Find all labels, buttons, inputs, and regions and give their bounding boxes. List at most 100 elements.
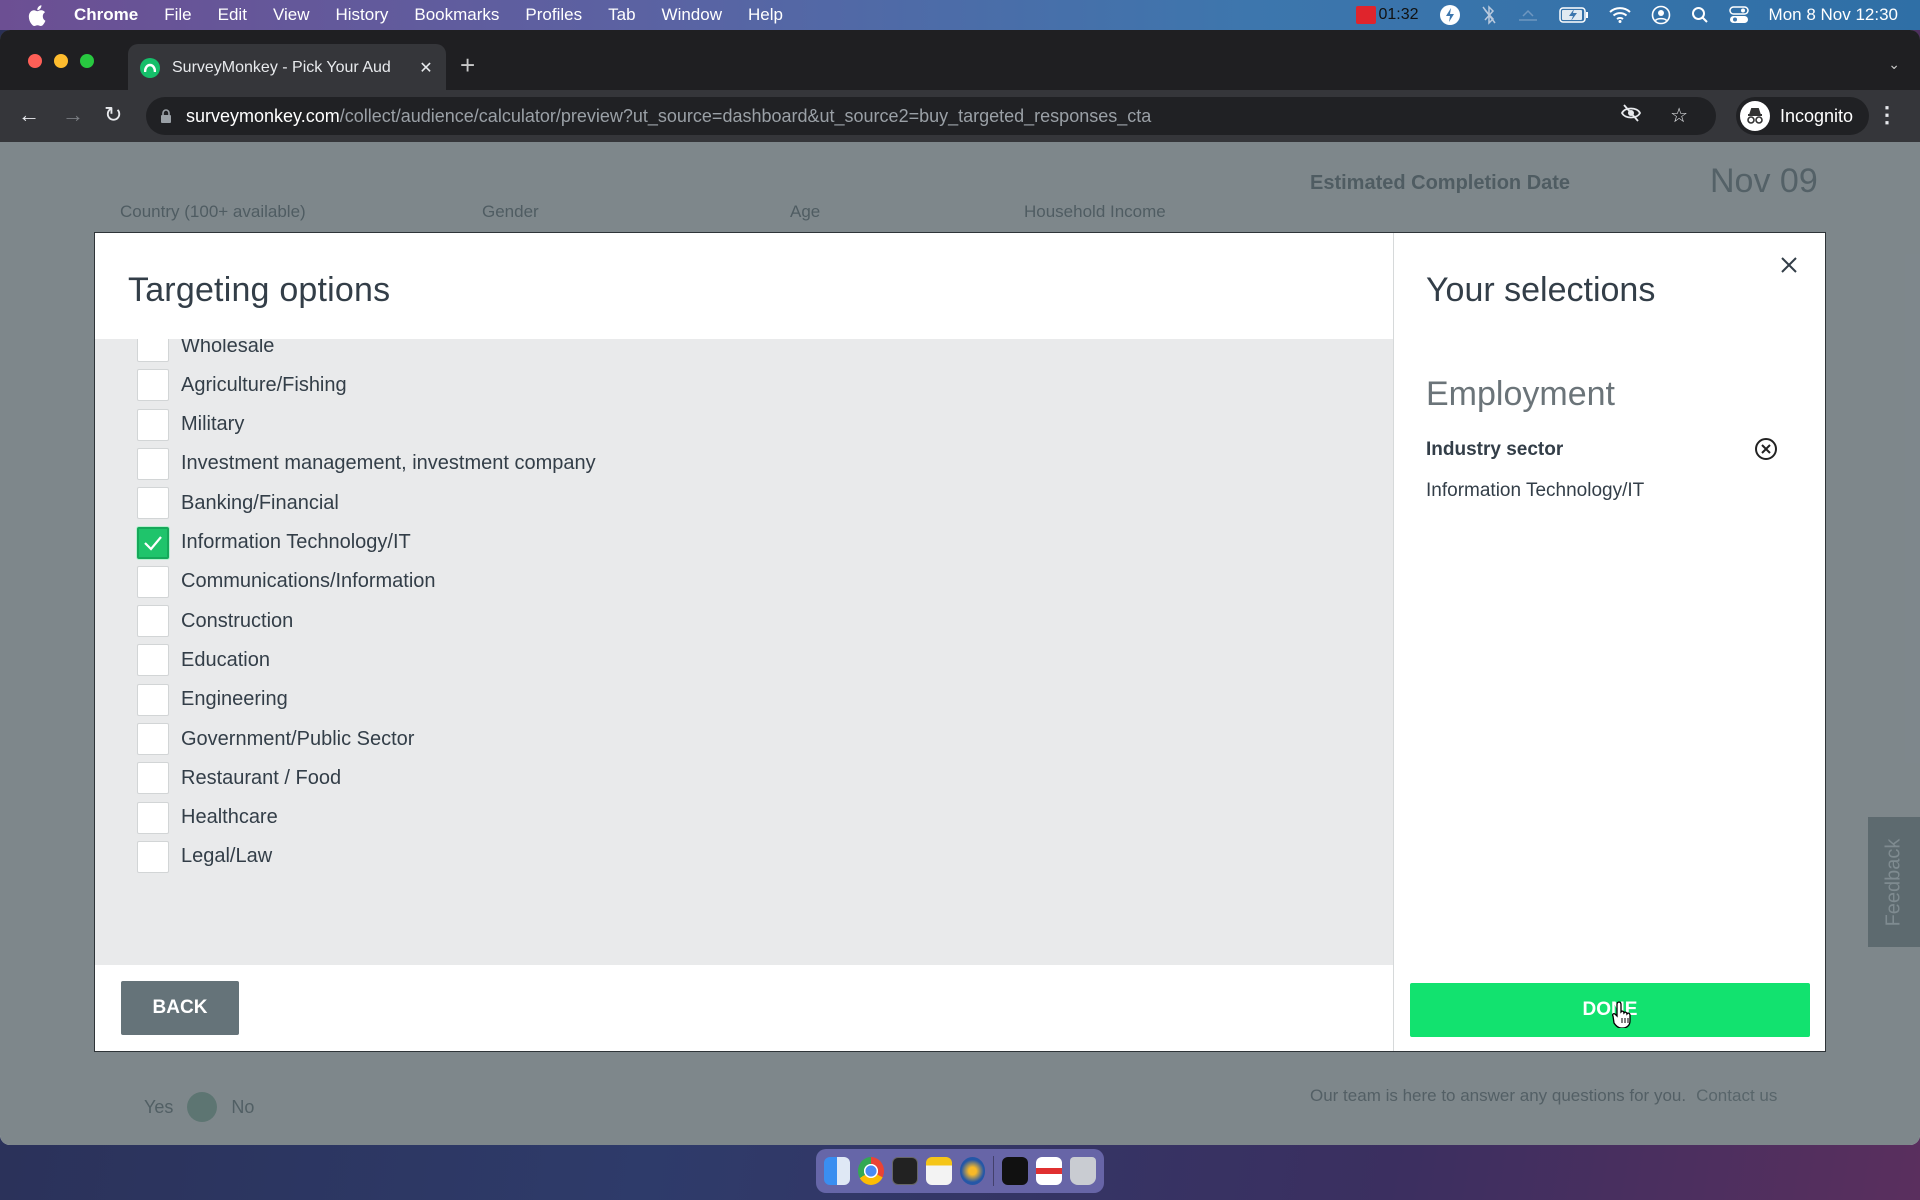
- selections-panel: Your selections Employment Industry sect…: [1394, 233, 1825, 1051]
- selections-title: Your selections: [1426, 271, 1656, 309]
- bluetooth-off-icon[interactable]: [1481, 5, 1497, 25]
- checkbox[interactable]: [137, 369, 169, 402]
- close-window-button[interactable]: [28, 54, 42, 68]
- option-item[interactable]: Engineering: [137, 683, 288, 717]
- incognito-profile-button[interactable]: Incognito: [1736, 97, 1870, 135]
- back-arrow-icon[interactable]: ←: [18, 104, 40, 126]
- menu-edit[interactable]: Edit: [218, 5, 247, 25]
- menu-profiles[interactable]: Profiles: [525, 5, 582, 25]
- option-item[interactable]: Military: [137, 408, 244, 442]
- checkbox[interactable]: [137, 339, 169, 362]
- option-item[interactable]: Information Technology/IT: [137, 526, 411, 560]
- checkbox[interactable]: [137, 840, 169, 873]
- option-item[interactable]: Investment management, investment compan…: [137, 447, 596, 481]
- reeder-icon[interactable]: [959, 1157, 986, 1185]
- address-bar[interactable]: surveymonkey.com/collect/audience/calcul…: [146, 97, 1716, 135]
- reload-icon[interactable]: ↻: [104, 104, 122, 126]
- option-label: Communications/Information: [181, 570, 436, 593]
- checkbox-checked[interactable]: [137, 526, 169, 559]
- selection-subcategory: Industry sector: [1426, 439, 1564, 460]
- finder-icon[interactable]: [824, 1157, 850, 1185]
- option-item[interactable]: Banking/Financial: [137, 486, 339, 520]
- recording-icon: [1356, 6, 1377, 24]
- incognito-label: Incognito: [1780, 105, 1854, 126]
- notes-icon[interactable]: [925, 1157, 952, 1185]
- wifi-icon[interactable]: [1608, 7, 1631, 23]
- done-button[interactable]: DONE: [1410, 983, 1810, 1037]
- targeting-options-modal: Targeting options Wholesale Agriculture/F…: [94, 232, 1826, 1052]
- menu-tab[interactable]: Tab: [608, 5, 635, 25]
- option-item[interactable]: Government/Public Sector: [137, 722, 414, 756]
- close-modal-icon[interactable]: [1773, 249, 1805, 281]
- checkbox[interactable]: [137, 605, 169, 638]
- screen-recording-indicator[interactable]: 01:32: [1356, 6, 1419, 24]
- window-thumbnail-icon[interactable]: [1036, 1157, 1063, 1185]
- control-center-icon[interactable]: [1728, 6, 1749, 24]
- option-item[interactable]: Communications/Information: [137, 565, 436, 599]
- new-tab-icon[interactable]: +: [460, 52, 475, 78]
- checkmark-icon: [144, 535, 162, 551]
- menu-app-name[interactable]: Chrome: [74, 5, 138, 25]
- option-item[interactable]: Restaurant / Food: [137, 761, 341, 795]
- flash-icon[interactable]: [1439, 4, 1461, 26]
- back-button[interactable]: BACK: [121, 981, 239, 1035]
- tab-strip: SurveyMonkey - Pick Your Aud ✕ + ⌄: [0, 30, 1920, 92]
- checkbox[interactable]: [137, 487, 169, 520]
- menu-file[interactable]: File: [164, 5, 191, 25]
- terminal-icon[interactable]: [891, 1157, 918, 1185]
- option-item[interactable]: Construction: [137, 604, 293, 638]
- option-item[interactable]: Legal/Law: [137, 840, 272, 874]
- checkbox[interactable]: [137, 644, 169, 677]
- checkbox[interactable]: [137, 723, 169, 755]
- browser-toolbar: ← → ↻ surveymonkey.com/collect/audience/…: [0, 90, 1920, 142]
- chrome-icon[interactable]: [857, 1157, 884, 1185]
- tab-search-chevron-icon[interactable]: ⌄: [1888, 56, 1900, 73]
- option-label: Education: [181, 648, 270, 671]
- remove-selection-icon[interactable]: [1754, 437, 1778, 461]
- option-label: Military: [181, 413, 245, 436]
- option-label: Investment management, investment compan…: [181, 452, 596, 475]
- menu-window[interactable]: Window: [662, 5, 722, 25]
- forward-arrow-icon[interactable]: →: [62, 104, 84, 126]
- checkbox[interactable]: [137, 565, 169, 598]
- zoom-window-button[interactable]: [80, 54, 94, 68]
- bookmark-star-icon[interactable]: ☆: [1670, 103, 1688, 129]
- option-item[interactable]: Education: [137, 643, 270, 677]
- tracking-blocked-eye-icon[interactable]: [1620, 103, 1642, 129]
- battery-charging-icon[interactable]: [1558, 7, 1589, 23]
- modal-footer-left: BACK: [95, 965, 1393, 1051]
- menu-history[interactable]: History: [335, 5, 388, 25]
- trash-icon[interactable]: [1070, 1157, 1096, 1185]
- menu-clock[interactable]: Mon 8 Nov 12:30: [1769, 5, 1898, 25]
- menu-view[interactable]: View: [273, 5, 310, 25]
- options-list[interactable]: Wholesale Agriculture/Fishing Military Inve…: [95, 339, 1393, 967]
- option-item[interactable]: Agriculture/Fishing: [137, 368, 347, 402]
- search-icon[interactable]: [1691, 6, 1709, 24]
- menu-bookmarks[interactable]: Bookmarks: [414, 5, 499, 25]
- checkbox[interactable]: [137, 762, 169, 795]
- checkbox[interactable]: [137, 801, 169, 834]
- feedback-tab[interactable]: Feedback: [1868, 817, 1920, 947]
- macos-menu-bar: Chrome File Edit View History Bookmarks …: [0, 0, 1920, 30]
- option-label: Engineering: [181, 688, 288, 711]
- option-label: Agriculture/Fishing: [181, 373, 347, 396]
- lock-icon: [161, 109, 171, 123]
- option-label: Construction: [181, 609, 294, 632]
- chrome-menu-icon[interactable]: ⋮: [1876, 102, 1898, 128]
- menu-help[interactable]: Help: [748, 5, 783, 25]
- option-label: Information Technology/IT: [181, 531, 411, 553]
- cloud-icon[interactable]: [1517, 8, 1539, 22]
- option-label: Healthcare: [181, 806, 278, 829]
- checkbox[interactable]: [137, 683, 169, 716]
- checkbox[interactable]: [137, 408, 169, 441]
- option-item[interactable]: Healthcare: [137, 801, 278, 835]
- browser-tab-active[interactable]: SurveyMonkey - Pick Your Aud ✕: [128, 44, 446, 92]
- screen-recording-thumbnail-icon[interactable]: [1002, 1157, 1029, 1185]
- close-tab-icon[interactable]: ✕: [414, 58, 438, 78]
- option-label: Banking/Financial: [181, 491, 339, 514]
- minimize-window-button[interactable]: [54, 54, 68, 68]
- user-icon[interactable]: [1651, 5, 1671, 25]
- checkbox[interactable]: [137, 447, 169, 480]
- apple-icon[interactable]: [28, 4, 50, 26]
- option-item[interactable]: Wholesale: [137, 339, 274, 363]
